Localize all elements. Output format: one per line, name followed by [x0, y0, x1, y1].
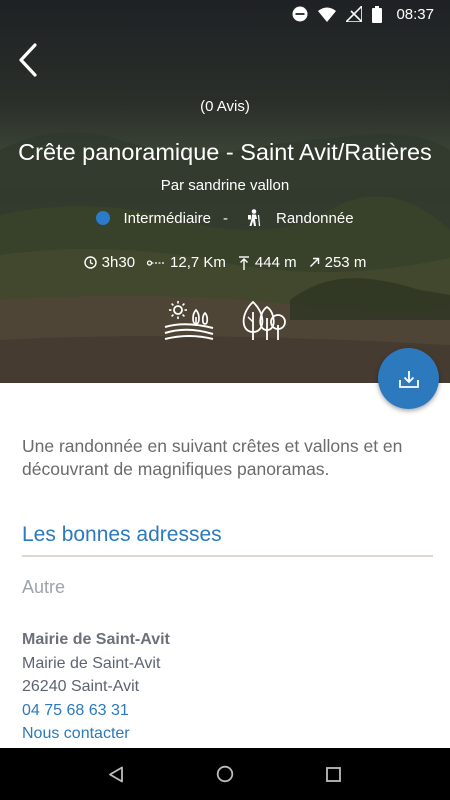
home-circle-icon: [216, 765, 234, 783]
hike-title: Crête panoramique - Saint Avit/Ratières: [18, 139, 432, 165]
hiker-icon: [247, 209, 261, 227]
max-altitude-stat: 444 m: [238, 254, 297, 271]
download-button[interactable]: [378, 348, 439, 409]
difficulty-level: Intermédiaire: [123, 209, 211, 227]
system-nav-bar: [0, 748, 450, 800]
address-line-1: Mairie de Saint-Avit: [22, 654, 161, 672]
back-button[interactable]: [18, 40, 50, 80]
status-time: 08:37: [396, 5, 434, 23]
environment-icons: [0, 300, 450, 340]
distance-value: 12,7 Km: [170, 254, 226, 271]
address-name: Mairie de Saint-Avit: [22, 631, 170, 648]
distance-icon: [147, 259, 165, 266]
contact-link[interactable]: Nous contacter: [22, 722, 170, 746]
hike-stats: 3h30 12,7 Km 444 m 253 m: [0, 254, 450, 271]
hike-description: Une randonnée en suivant crêtes et vallo…: [22, 436, 403, 479]
chevron-left-icon: [19, 43, 37, 77]
nav-back-button[interactable]: [96, 754, 136, 794]
max-altitude-icon: [238, 255, 249, 270]
address-line-2: 26240 Saint-Avit: [22, 678, 140, 695]
status-bar: 08:37: [0, 0, 450, 28]
phone-link[interactable]: 04 75 68 63 31: [22, 699, 170, 723]
meta-separator: -: [222, 209, 228, 227]
duration-value: 3h30: [101, 254, 136, 271]
arrow-up-right-icon: [309, 257, 319, 267]
nav-recents-button[interactable]: [314, 754, 354, 794]
clock-icon: [83, 256, 97, 269]
elevation-gain-value: 253 m: [324, 254, 367, 271]
recents-square-icon: [326, 766, 342, 782]
reviews-count[interactable]: (0 Avis): [0, 98, 450, 115]
section-divider: [22, 555, 433, 557]
elevation-gain-stat: 253 m: [309, 254, 367, 271]
max-altitude-value: 444 m: [254, 254, 297, 271]
do-not-disturb-icon: [292, 6, 308, 22]
address-category: Autre: [22, 577, 66, 597]
good-addresses-title: Les bonnes adresses: [22, 523, 222, 546]
nav-home-button[interactable]: [205, 754, 245, 794]
duration-stat: 3h30: [83, 254, 136, 271]
forest-trees-icon: [242, 300, 286, 340]
author-label: Par sandrine vallon: [160, 177, 290, 194]
level-dot-icon: [96, 211, 111, 225]
no-signal-icon: [346, 6, 363, 22]
practice-type: Randonnée: [275, 209, 354, 227]
hike-meta: Intermédiaire - Randonnée: [0, 209, 450, 227]
battery-icon: [372, 5, 383, 23]
hero-header: 08:37 (0 Avis) Crête panoramique - Saint…: [0, 0, 450, 383]
download-icon: [398, 370, 419, 388]
back-triangle-icon: [109, 766, 124, 782]
landscape-sun-icon: [164, 301, 214, 340]
distance-stat: 12,7 Km: [147, 254, 226, 271]
wifi-icon: [318, 7, 337, 22]
address-card: Mairie de Saint-Avit Mairie de Saint-Avi…: [22, 628, 170, 746]
